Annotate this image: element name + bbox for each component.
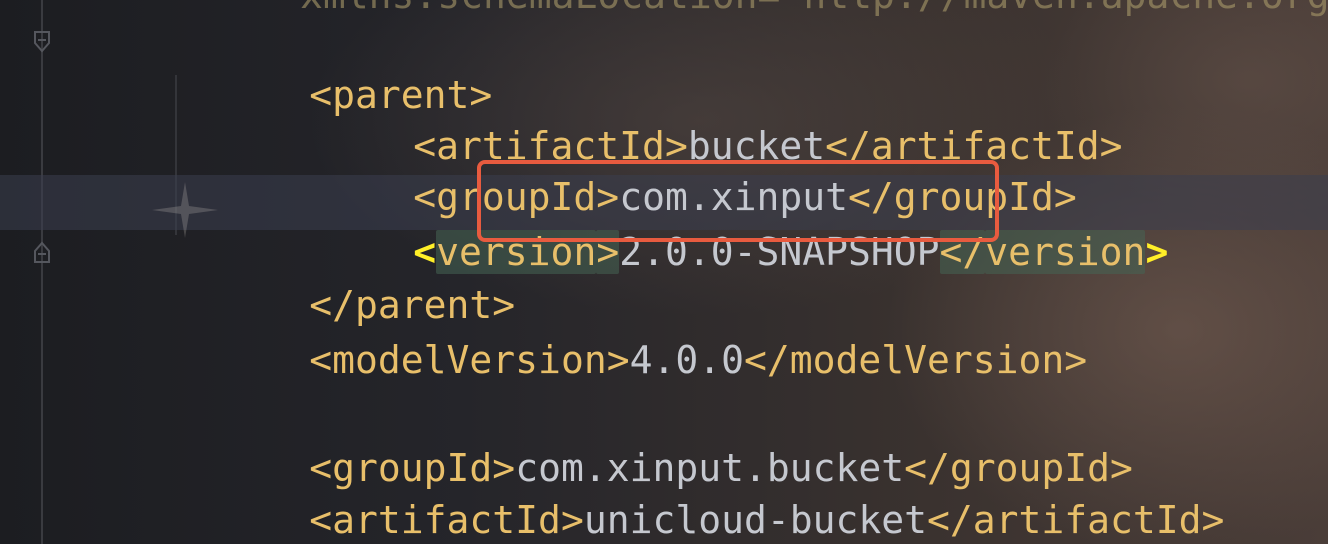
code-line[interactable]: <groupId>com.xinput.bucket</groupId>: [172, 393, 1133, 490]
code-line[interactable]: <parent>: [172, 20, 492, 117]
xml-tag: </artifactId>: [927, 498, 1225, 542]
code-line[interactable]: <artifactId>bucket</artifactId>: [276, 71, 1122, 168]
fold-open-icon[interactable]: [33, 30, 51, 54]
code-editor[interactable]: xmlns:schemaLocation="http://maven.apach…: [0, 0, 1328, 544]
xml-value: unicloud-bucket: [583, 498, 927, 542]
code-line[interactable]: </parent>: [172, 230, 515, 327]
xml-bracket-match: >: [1145, 230, 1169, 274]
gutter-separator: [41, 0, 43, 544]
clipped-line-above: xmlns:schemaLocation="http://maven.apach…: [300, 0, 1328, 20]
xml-tag: <modelVersion>: [309, 338, 630, 382]
xml-tag-name: version: [985, 230, 1146, 274]
xml-tag: <artifactId>: [309, 498, 584, 542]
xml-tag: </modelVersion>: [743, 338, 1088, 382]
fold-close-icon[interactable]: [33, 240, 51, 264]
xml-value: 4.0.0: [629, 338, 744, 382]
highlight-annotation-box: [477, 160, 999, 242]
code-line[interactable]: <modelVersion>4.0.0</modelVersion>: [172, 285, 1087, 382]
code-line[interactable]: <artifactId>unicloud-bucket</artifactId>: [172, 445, 1224, 542]
